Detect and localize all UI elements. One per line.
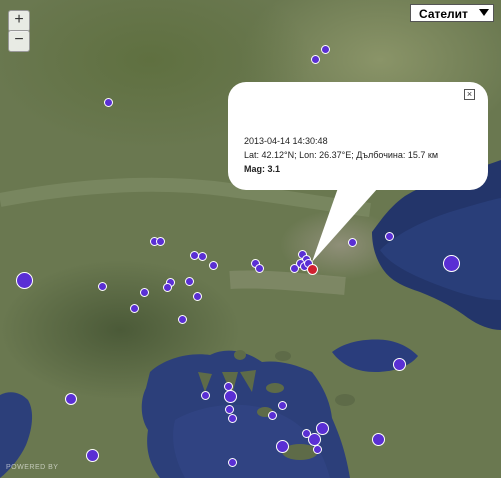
- earthquake-marker[interactable]: [225, 405, 234, 414]
- map-type-select[interactable]: Сателит: [410, 4, 494, 22]
- chevron-down-icon: [479, 9, 489, 16]
- earthquake-marker[interactable]: [393, 358, 406, 371]
- earthquake-marker[interactable]: [372, 433, 385, 446]
- earthquake-marker[interactable]: [276, 440, 289, 453]
- zoom-out-button[interactable]: −: [8, 30, 30, 52]
- popup-datetime: 2013-04-14 14:30:48: [244, 136, 328, 146]
- earthquake-marker[interactable]: [278, 401, 287, 410]
- earthquake-marker[interactable]: [163, 283, 172, 292]
- earthquake-marker[interactable]: [198, 252, 207, 261]
- earthquake-marker[interactable]: [86, 449, 99, 462]
- powered-by-watermark: POWERED BY: [6, 464, 59, 471]
- earthquake-marker[interactable]: [268, 411, 277, 420]
- earthquake-marker[interactable]: [321, 45, 330, 54]
- earthquake-marker[interactable]: [98, 282, 107, 291]
- earthquake-marker[interactable]: [178, 315, 187, 324]
- earthquake-marker[interactable]: [311, 55, 320, 64]
- earthquake-marker[interactable]: [16, 272, 33, 289]
- popup-tail: [312, 188, 378, 262]
- map-view[interactable]: + − Сателит × 2013-04-14 14:30:48 Lat: 4…: [0, 0, 501, 478]
- map-type-label: Сателит: [419, 7, 468, 21]
- earthquake-marker[interactable]: [228, 458, 237, 467]
- earthquake-marker[interactable]: [185, 277, 194, 286]
- earthquake-marker[interactable]: [224, 390, 237, 403]
- popup-content: 2013-04-14 14:30:48 Lat: 42.12°N; Lon: 2…: [244, 134, 438, 176]
- close-icon[interactable]: ×: [464, 89, 475, 100]
- earthquake-marker[interactable]: [130, 304, 139, 313]
- zoom-in-button[interactable]: +: [8, 10, 30, 32]
- popup-magnitude: Mag: 3.1: [244, 164, 281, 174]
- earthquake-marker[interactable]: [228, 414, 237, 423]
- earthquake-marker[interactable]: [193, 292, 202, 301]
- earthquake-marker[interactable]: [104, 98, 113, 107]
- earthquake-info-popup: × 2013-04-14 14:30:48 Lat: 42.12°N; Lon:…: [228, 82, 488, 262]
- earthquake-marker[interactable]: [201, 391, 210, 400]
- popup-location: Lat: 42.12°N; Lon: 26.37°E; Дълбочина: 1…: [244, 150, 439, 160]
- earthquake-marker[interactable]: [156, 237, 165, 246]
- earthquake-marker[interactable]: [313, 445, 322, 454]
- earthquake-marker[interactable]: [140, 288, 149, 297]
- earthquake-marker[interactable]: [65, 393, 77, 405]
- earthquake-marker[interactable]: [308, 433, 321, 446]
- earthquake-marker[interactable]: [209, 261, 218, 270]
